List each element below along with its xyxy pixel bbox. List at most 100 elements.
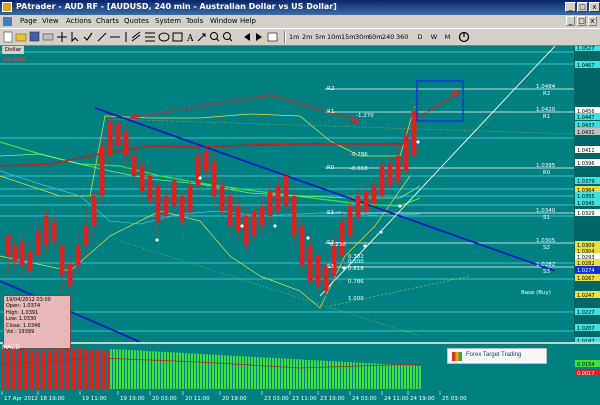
open-icon[interactable]	[15, 33, 27, 42]
arrow-tool-icon[interactable]	[197, 33, 206, 42]
menu-view[interactable]: View	[42, 17, 59, 25]
price-chart[interactable]: -1.270 -0.786 -0.618 0.236 0.382 0.500 0.618 0.…	[0, 46, 600, 405]
candle-body	[227, 196, 233, 226]
svg-text:A: A	[186, 34, 194, 44]
crosshair-icon[interactable]	[57, 32, 67, 42]
candle-body	[27, 251, 33, 271]
text-tool-icon[interactable]: A	[186, 34, 194, 44]
timeframe-360[interactable]: 360	[396, 31, 408, 43]
pivot-value-label: 1.0305	[536, 238, 556, 244]
macd-histogram-bar	[158, 351, 160, 389]
doc-restore-button[interactable]: □	[577, 16, 586, 26]
fib-label: 0.618	[348, 266, 364, 272]
macd-histogram-bar	[413, 365, 415, 389]
ellipse-tool-icon[interactable]	[158, 32, 170, 42]
macd-histogram-bar	[392, 364, 394, 389]
macd-histogram-bar	[149, 351, 151, 389]
macd-histogram-bar	[227, 355, 229, 389]
window-title: PAtrader - AUD RF - [AUDUSD, 240 min - A…	[16, 2, 337, 11]
candle-body	[155, 186, 161, 221]
macd-histogram-bar	[401, 365, 403, 389]
menu-tools[interactable]: Tools	[186, 17, 203, 25]
macd-histogram-bar	[407, 365, 409, 389]
timeframe-w[interactable]: W	[430, 31, 438, 43]
menu-window[interactable]: Window	[210, 17, 238, 25]
rect-tool-icon[interactable]	[172, 32, 183, 42]
macd-histogram-bar	[188, 353, 190, 389]
candle-body	[387, 164, 393, 186]
macd-histogram-bar	[389, 364, 391, 389]
new-icon[interactable]	[3, 31, 13, 43]
macd-histogram-bar	[131, 350, 133, 389]
fib-label: 0.500	[348, 259, 364, 265]
macd-histogram-bar	[317, 360, 319, 389]
time-label: 17 Apr 2012	[4, 396, 38, 402]
settings-icon[interactable]	[458, 31, 470, 43]
zoom-out-icon[interactable]	[223, 32, 233, 42]
macd-histogram-bar	[365, 363, 367, 389]
menu-system[interactable]: System	[155, 17, 181, 25]
timeframe-2m[interactable]: 2m	[302, 31, 312, 43]
channel-tool-icon[interactable]	[131, 31, 141, 42]
timeframe-60m[interactable]: 60m	[368, 31, 383, 43]
ohlc-volume: Vol.: 19399	[6, 329, 35, 336]
candle-body	[51, 221, 57, 241]
macd-histogram-bar	[176, 352, 178, 389]
maximize-button[interactable]: □	[577, 2, 588, 12]
macd-histogram-bar	[275, 358, 277, 389]
save-icon[interactable]	[29, 31, 40, 42]
macd-histogram-bar	[56, 350, 58, 389]
macd-histogram-bar	[236, 355, 238, 389]
line-tool-icon[interactable]	[97, 32, 107, 42]
macd-label: MACD	[2, 344, 20, 351]
scroll-left-icon[interactable]	[244, 33, 250, 41]
properties-icon[interactable]	[267, 32, 278, 42]
menu-quotes[interactable]: Quotes	[124, 17, 149, 25]
macd-histogram-bar	[95, 349, 97, 389]
timeframe-10m[interactable]: 10m	[327, 31, 342, 43]
timeframe-d[interactable]: D	[416, 31, 424, 43]
menu-actions[interactable]: Actions	[66, 17, 92, 25]
pivot-value-label: 1.0340	[536, 208, 556, 214]
timeframe-5m[interactable]: 5m	[315, 31, 325, 43]
timeframe-m[interactable]: M	[443, 31, 452, 43]
timeframe-1m[interactable]: 1m	[289, 31, 299, 43]
close-button[interactable]: x	[589, 2, 600, 12]
candle-body	[251, 211, 257, 236]
macd-histogram-bar	[29, 350, 31, 389]
macd-histogram-bar	[374, 363, 376, 389]
price-label: 1.0329	[577, 211, 595, 217]
price-label: 1.0355	[577, 194, 595, 200]
doc-minimize-button[interactable]: _	[566, 16, 575, 26]
timeframe-30m[interactable]: 30m	[355, 31, 370, 43]
indicator-dot	[379, 230, 383, 234]
checkmark-icon[interactable]	[83, 32, 93, 41]
pointer-icon[interactable]	[71, 32, 79, 43]
macd-histogram-bar	[32, 350, 34, 389]
candle-body	[99, 146, 105, 196]
macd-histogram-bar	[23, 350, 25, 389]
macd-histogram-bar	[371, 363, 373, 389]
pivot-name-left: R0	[327, 165, 335, 171]
macd-histogram-bar	[395, 364, 397, 389]
macd-histogram-bar	[299, 359, 301, 389]
minimize-button[interactable]: _	[565, 2, 576, 12]
doc-close-button[interactable]: x	[588, 16, 597, 26]
time-label: 20 19:00	[222, 396, 247, 402]
candle-body	[339, 221, 345, 256]
scroll-right-icon[interactable]	[256, 33, 262, 41]
timeframe-15m[interactable]: 15m	[341, 31, 356, 43]
menu-charts[interactable]: Charts	[96, 17, 119, 25]
timeframe-240[interactable]: 240	[382, 31, 394, 43]
candle-body	[187, 186, 193, 211]
macd-histogram-bar	[122, 349, 124, 389]
chart-tab[interactable]: Dollar	[2, 46, 25, 54]
candle-body	[355, 196, 361, 218]
fibonacci-tool-icon[interactable]	[145, 32, 155, 42]
zoom-in-icon[interactable]	[210, 32, 220, 42]
menu-page[interactable]: Page	[20, 17, 37, 25]
indicator-dot	[363, 244, 367, 248]
price-label: 1.0437	[577, 123, 595, 129]
print-icon[interactable]	[42, 33, 54, 41]
menu-help[interactable]: Help	[240, 17, 256, 25]
